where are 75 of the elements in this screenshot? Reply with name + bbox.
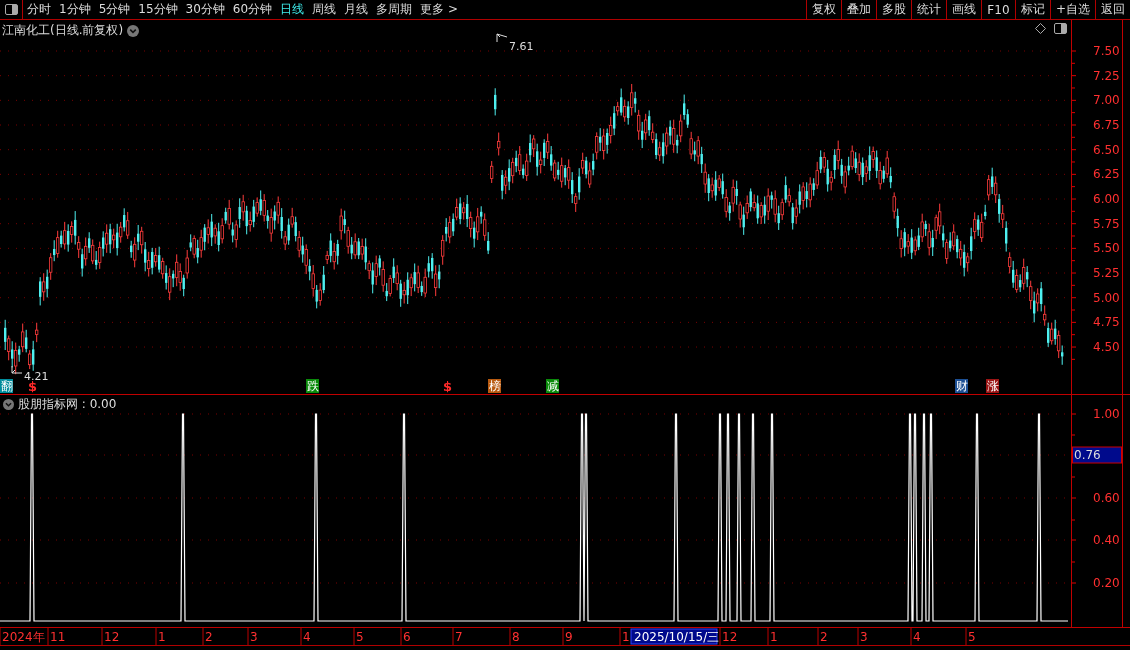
signal-tag: 财 <box>955 379 968 393</box>
price-axis-label: 5.25 <box>1093 266 1120 281</box>
date-axis-label: 6 <box>403 630 411 644</box>
price-axis-label: 7.50 <box>1093 44 1120 58</box>
price-axis-label: 6.25 <box>1093 167 1120 182</box>
price-axis-label: 7.25 <box>1093 68 1120 83</box>
signal-tag: 涨 <box>986 379 999 393</box>
toolbar-button[interactable]: 画线 <box>945 0 981 19</box>
signal-tag: 榜 <box>488 379 501 393</box>
high-price-label: 7.61 <box>509 40 534 53</box>
price-axis-label: 4.50 <box>1093 340 1120 355</box>
period-tab[interactable]: 15分钟 <box>134 0 182 19</box>
signal-symbol: $ <box>28 379 38 394</box>
date-axis-label: 11 <box>50 630 66 644</box>
low-marker-arrow <box>11 365 23 374</box>
toolbar-button[interactable]: 标记 <box>1014 0 1050 19</box>
price-axis-label: 6.75 <box>1093 118 1120 132</box>
date-axis-label: 9 <box>565 630 573 644</box>
cursor-date-badge: 2025/10/15/三 <box>630 628 720 645</box>
price-axis-label: 6.00 <box>1093 192 1120 206</box>
signal-tag: 跌 <box>306 379 319 393</box>
period-tab[interactable]: 更多 > <box>416 0 462 19</box>
period-tab[interactable]: 30分钟 <box>181 0 229 19</box>
high-marker-arrow <box>496 33 508 43</box>
toolbar-button[interactable]: 多股 <box>875 0 911 19</box>
price-axis-label: 5.75 <box>1093 216 1120 231</box>
date-axis-label: 2 <box>820 630 828 644</box>
diamond-icon[interactable] <box>1035 23 1046 34</box>
toolbar-button[interactable]: 返回 <box>1095 0 1130 19</box>
chart-title: 江南化工(日线.前复权) <box>2 22 124 39</box>
date-axis-label: 12 <box>104 630 120 644</box>
collapse-icon[interactable] <box>3 399 14 410</box>
toolbar-button[interactable]: 叠加 <box>840 0 876 19</box>
period-tab[interactable]: 多周期 <box>372 0 417 19</box>
date-axis-label: 5 <box>356 630 364 644</box>
toolbar-button[interactable]: +自选 <box>1049 0 1095 19</box>
signal-tag: 减 <box>546 379 559 393</box>
indicator-axis-label: 1.00 <box>1093 407 1120 421</box>
date-axis-label: 12 <box>722 630 738 644</box>
panel-toggle-icon[interactable] <box>1054 23 1067 34</box>
period-tab[interactable]: 分时 <box>23 0 55 19</box>
date-axis-label: 1 <box>622 630 630 644</box>
price-axis-label: 4.75 <box>1093 315 1120 330</box>
period-tab[interactable]: 1分钟 <box>55 0 95 19</box>
period-tab[interactable]: 周线 <box>308 0 341 19</box>
period-tab[interactable]: 日线 <box>276 0 309 19</box>
indicator-axis-label: 0.20 <box>1093 576 1120 590</box>
date-axis-label: 5 <box>968 630 976 644</box>
period-tab[interactable]: 5分钟 <box>94 0 135 19</box>
date-axis-label: 7 <box>455 630 463 644</box>
indicator-axis-label: 0.60 <box>1093 491 1120 505</box>
price-axis-label: 7.00 <box>1093 93 1120 108</box>
signal-tag: 翻 <box>0 379 13 393</box>
price-axis-label: 6.50 <box>1093 142 1120 157</box>
signal-symbol: $ <box>443 379 453 394</box>
current-value-badge: 0.76 <box>1072 446 1122 464</box>
indicator-title: 股朋指标网 : 0.00 <box>18 396 117 413</box>
toolbar-button[interactable]: 统计 <box>910 0 946 19</box>
period-tab[interactable]: 60分钟 <box>228 0 277 19</box>
date-axis-label: 4 <box>303 630 311 644</box>
date-axis-label: 3 <box>250 630 258 644</box>
price-axis-label: 5.00 <box>1093 290 1120 305</box>
date-axis-label: 8 <box>512 630 520 644</box>
dropdown-icon[interactable] <box>127 24 140 37</box>
date-axis-label: 3 <box>860 630 868 644</box>
period-tab[interactable]: 月线 <box>340 0 373 19</box>
date-axis-label: 1 <box>158 630 166 644</box>
date-axis-label: 2024年 <box>2 630 45 644</box>
date-axis-label: 4 <box>913 630 921 644</box>
toolbar-button[interactable]: 复权 <box>805 0 841 19</box>
toolbar-button[interactable]: F10 <box>980 0 1015 19</box>
date-axis-label: 1 <box>770 630 778 644</box>
price-axis-label: 5.50 <box>1093 241 1120 256</box>
date-axis-label: 2 <box>205 630 213 644</box>
indicator-axis-label: 0.40 <box>1093 533 1120 547</box>
